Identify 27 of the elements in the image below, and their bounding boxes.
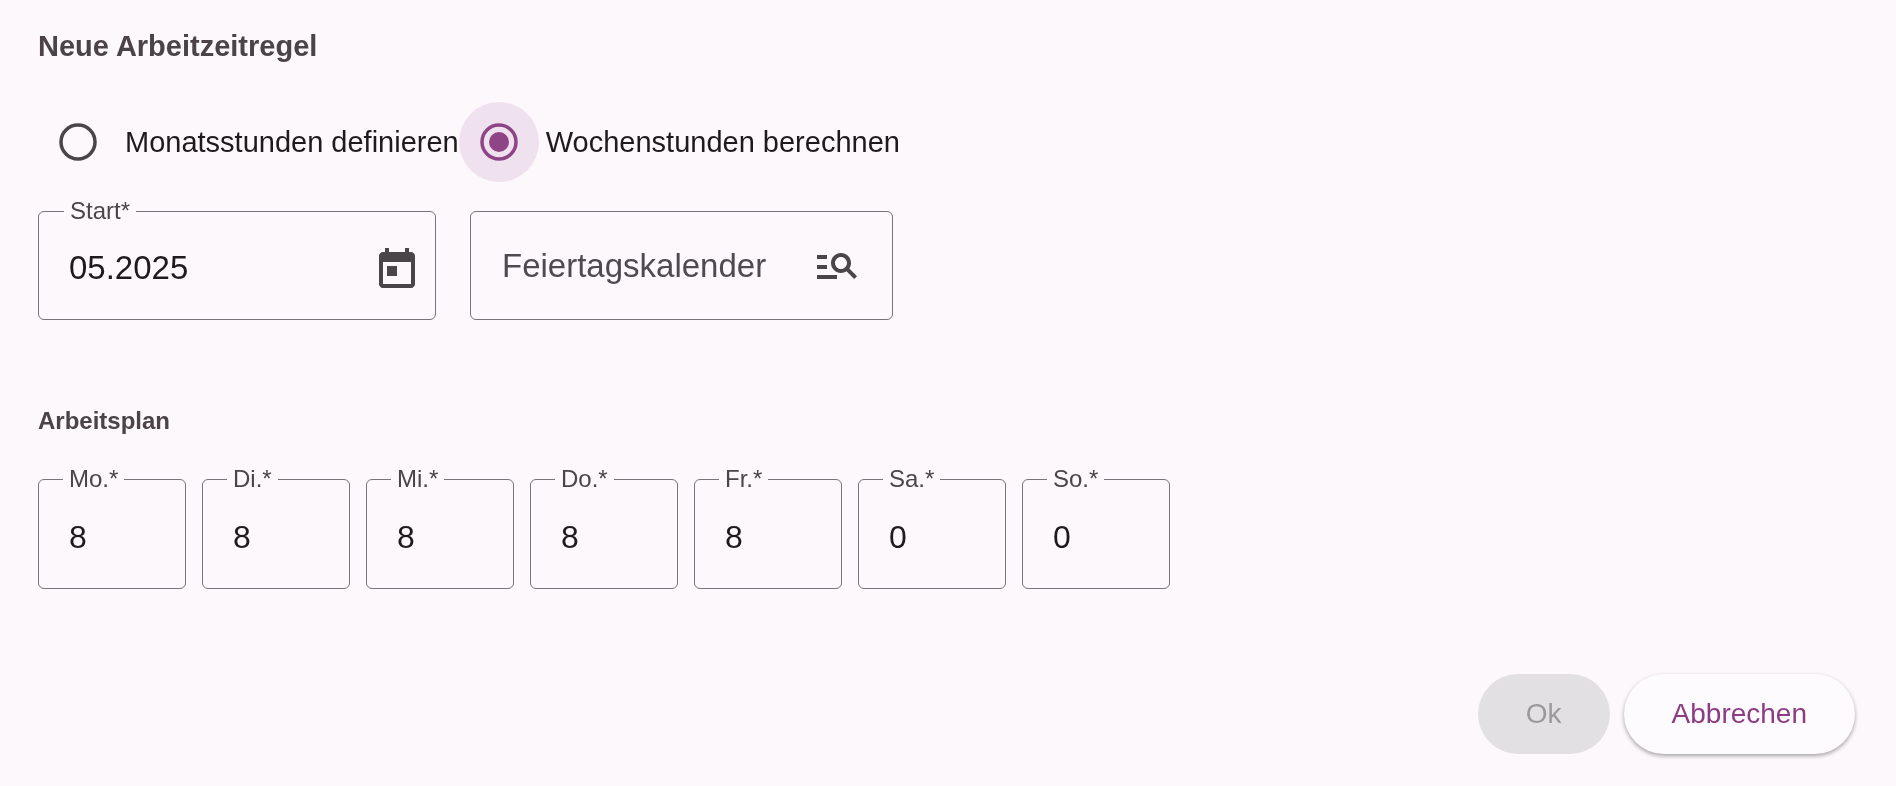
field-value: 8 xyxy=(69,517,87,557)
radio-button[interactable] xyxy=(59,123,97,161)
field-value: 0 xyxy=(1053,517,1071,557)
cancel-button[interactable]: Abbrechen xyxy=(1623,674,1855,754)
field-label: Di.* xyxy=(232,465,273,493)
field-value: 8 xyxy=(561,517,579,557)
calendar-icon[interactable] xyxy=(379,247,415,288)
field-value: 0 xyxy=(889,517,907,557)
lookup-field[interactable]: Feiertagskalender xyxy=(470,211,893,320)
field-label: Sa.* xyxy=(888,465,936,493)
field-label: So.* xyxy=(1052,465,1100,493)
field-value: 8 xyxy=(233,517,251,557)
field-label: Start* xyxy=(69,197,132,225)
field-placeholder: Feiertagskalender xyxy=(502,245,767,286)
radio-button[interactable] xyxy=(479,123,518,161)
field-value: 05.2025 xyxy=(69,247,189,288)
section-title: Arbeitsplan xyxy=(38,406,171,435)
search-list-icon[interactable] xyxy=(817,252,857,279)
field-label: Fr.* xyxy=(724,465,764,493)
field-label: Mo.* xyxy=(68,465,120,493)
field-value: 8 xyxy=(397,517,415,557)
radio-label[interactable]: Wochenstunden berechnen xyxy=(545,124,900,160)
radio-label[interactable]: Monatsstunden definieren xyxy=(125,124,459,160)
field-value: 8 xyxy=(725,517,743,557)
dialog-title: Neue Arbeitzeitregel xyxy=(38,29,318,63)
field-label: Mi.* xyxy=(396,465,440,493)
field-label: Do.* xyxy=(560,465,609,493)
